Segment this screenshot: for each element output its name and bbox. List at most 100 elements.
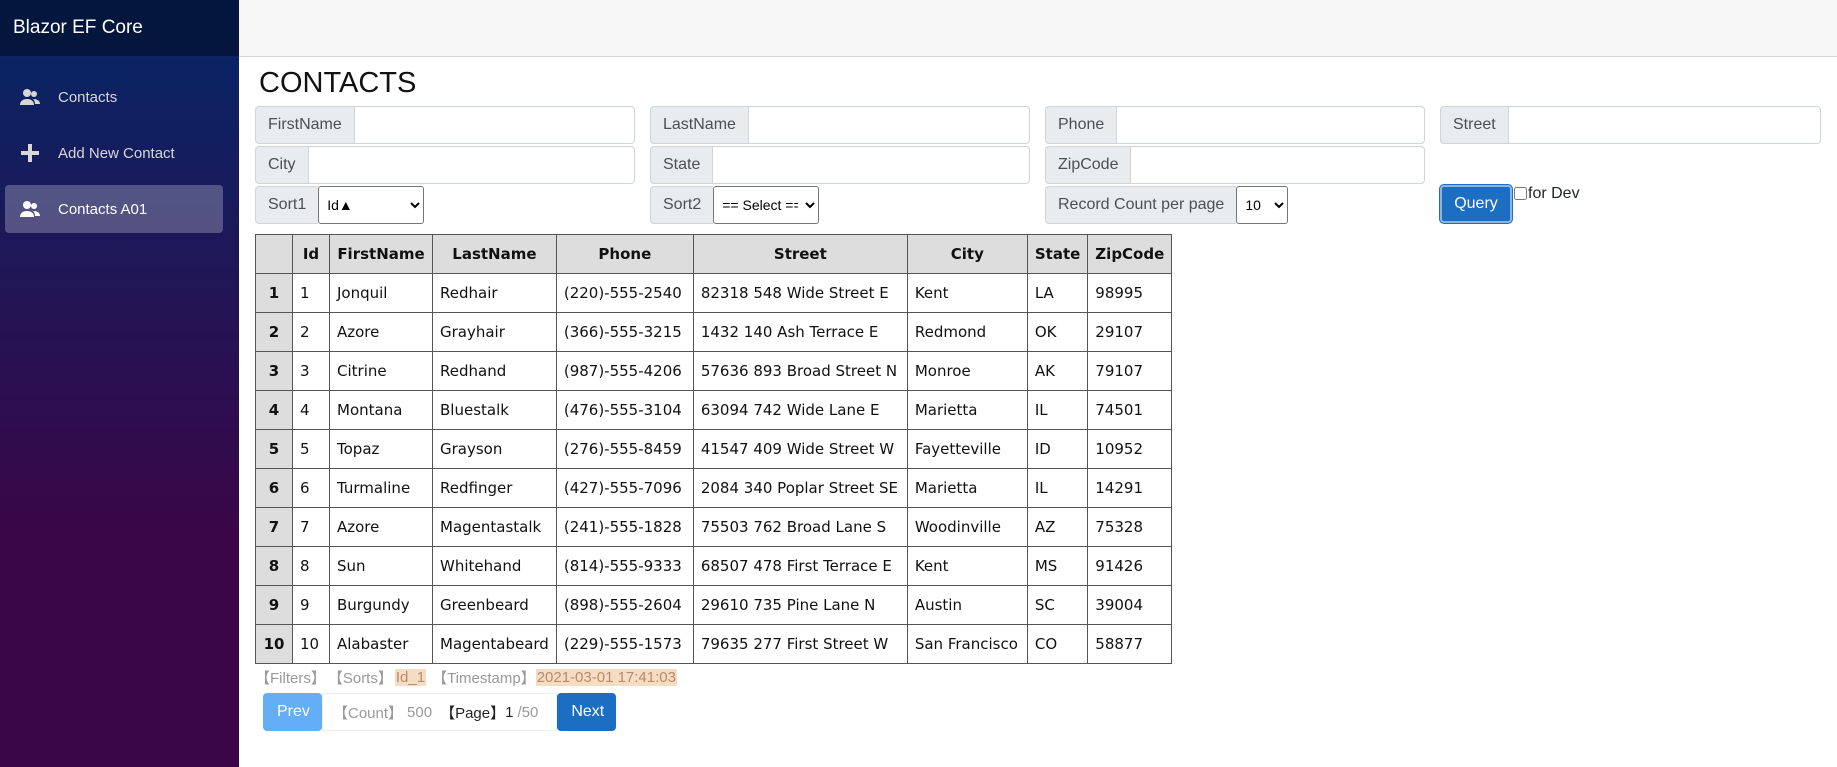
table-row[interactable]: 2 2 Azore Grayhair (366)-555-3215 1432 140 As… [255,312,1173,352]
sort2-label: Sort2 [650,186,714,224]
column-header-firstname[interactable]: FirstName [329,234,433,274]
cell-zipcode: 91426 [1087,546,1173,586]
cell-firstname: Topaz [329,429,433,469]
firstname-label: FirstName [255,106,354,144]
status-bar: 【Filters】 【Sorts】 Id_1 【Timestamp】 2021-… [255,667,677,688]
people-icon [20,87,40,107]
cell-firstname: Citrine [329,351,433,391]
cell-phone: (366)-555-3215 [555,312,694,352]
sort1-label: Sort1 [255,186,319,224]
cell-city: Kent [906,273,1028,313]
city-label: City [255,146,308,184]
cell-firstname: Sun [329,546,433,586]
cell-city: Fayetteville [906,429,1028,469]
cell-phone: (220)-555-2540 [555,273,694,313]
cell-lastname: Grayhair [432,312,557,352]
table-row[interactable]: 9 9 Burgundy Greenbeard (898)-555-2604 29610 … [255,585,1173,625]
count-value: 500 [407,703,433,721]
cell-id: 5 [292,429,330,469]
cell-street: 82318 548 Wide Street E [692,273,908,313]
firstname-filter: FirstName [255,106,635,144]
table-row[interactable]: 5 5 Topaz Grayson (276)-555-8459 41547 409 Wi… [255,429,1173,469]
zipcode-filter: ZipCode [1045,146,1425,184]
prev-button[interactable]: Prev [263,693,322,731]
cell-firstname: Jonquil [329,273,433,313]
cell-lastname: Magentabeard [432,624,557,664]
sidebar-item-contacts[interactable]: Contacts [5,73,223,121]
sidebar: Blazor EF Core Contacts Add New Contact … [0,0,239,767]
lastname-input[interactable] [747,106,1030,144]
cell-rownum: 5 [255,429,293,469]
cell-city: Marietta [906,390,1028,430]
table-row[interactable]: 3 3 Citrine Redhand (987)-555-4206 57636 893 … [255,351,1173,391]
sort1-select[interactable]: Id▲ [318,186,425,224]
column-header-state[interactable]: State [1026,234,1089,274]
table-row[interactable]: 10 10 Alabaster Magentabeard (229)-555-1573 7… [255,624,1173,664]
cell-zipcode: 75328 [1087,507,1173,547]
table-row[interactable]: 1 1 Jonquil Redhair (220)-555-2540 82318 548 … [255,273,1173,313]
cell-street: 79635 277 First Street W [692,624,908,664]
phone-label: Phone [1045,106,1117,144]
cell-state: AK [1026,351,1089,391]
cell-phone: (241)-555-1828 [555,507,694,547]
cell-lastname: Bluestalk [432,390,557,430]
query-button[interactable]: Query [1440,185,1512,223]
sidebar-item-add-new-contact[interactable]: Add New Contact [5,129,223,177]
cell-phone: (427)-555-7096 [555,468,694,508]
column-header-city[interactable]: City [906,234,1028,274]
cell-firstname: Turmaline [329,468,433,508]
column-header-id[interactable]: Id [292,234,330,274]
sort2-select[interactable]: == Select == [713,186,820,224]
sidebar-item-contacts-a01[interactable]: Contacts A01 [5,185,223,233]
cell-state: AZ [1026,507,1089,547]
street-input[interactable] [1507,106,1821,144]
state-filter: State [650,146,1030,184]
phone-input[interactable] [1116,106,1425,144]
column-header-zipcode[interactable]: ZipCode [1087,234,1173,274]
plus-icon [20,143,40,163]
cell-rownum: 9 [255,585,293,625]
cell-lastname: Greenbeard [432,585,557,625]
city-input[interactable] [307,146,635,184]
top-bar [239,0,1837,57]
table-row[interactable]: 6 6 Turmaline Redfinger (427)-555-7096 2084 3… [255,468,1173,508]
table-row[interactable]: 7 7 Azore Magentastalk (241)-555-1828 75503 7… [255,507,1173,547]
phone-filter: Phone [1045,106,1425,144]
column-header-lastname[interactable]: LastName [432,234,557,274]
column-header-phone[interactable]: Phone [555,234,694,274]
zipcode-input[interactable] [1130,146,1425,184]
cell-lastname: Redfinger [432,468,557,508]
timestamp-value: 2021-03-01 17:41:03 [535,669,677,686]
sorts-value: Id_1 [394,669,427,686]
cell-phone: (898)-555-2604 [555,585,694,625]
lastname-label: LastName [650,106,748,144]
cell-zipcode: 58877 [1087,624,1173,664]
next-button[interactable]: Next [557,693,617,731]
table-row[interactable]: 8 8 Sun Whitehand (814)-555-9333 68507 478 Fi… [255,546,1173,586]
cell-phone: (987)-555-4206 [555,351,694,391]
cell-street: 2084 340 Poplar Street SE [692,468,908,508]
cell-street: 57636 893 Broad Street N [692,351,908,391]
for-dev-toggle[interactable]: for Dev [1514,185,1580,203]
pagination: Prev 【Count】 500 【Page】 1 /50 Next [263,693,617,731]
sorts-label: 【Sorts】 [327,670,393,687]
table-body: 1 1 Jonquil Redhair (220)-555-2540 82318 548 … [255,273,1173,664]
app-title[interactable]: Blazor EF Core [0,0,239,56]
filters-label: 【Filters】 [255,670,326,687]
state-label: State [650,146,713,184]
cell-rownum: 3 [255,351,293,391]
cell-street: 41547 409 Wide Street W [692,429,908,469]
firstname-input[interactable] [353,106,635,144]
state-input[interactable] [712,146,1030,184]
cell-id: 10 [292,624,330,664]
record-count-select[interactable]: 10 [1236,186,1289,224]
cell-rownum: 1 [255,273,293,313]
cell-zipcode: 10952 [1087,429,1173,469]
main-content: CONTACTS FirstName LastName Phone Street… [239,57,1837,767]
cell-street: 29610 735 Pine Lane N [692,585,908,625]
column-header-street[interactable]: Street [692,234,908,274]
page-value: 1 [505,703,514,721]
for-dev-checkbox[interactable] [1514,187,1527,200]
sort1-filter: Sort1 Id▲ [255,186,425,224]
table-row[interactable]: 4 4 Montana Bluestalk (476)-555-3104 63094 74… [255,390,1173,430]
